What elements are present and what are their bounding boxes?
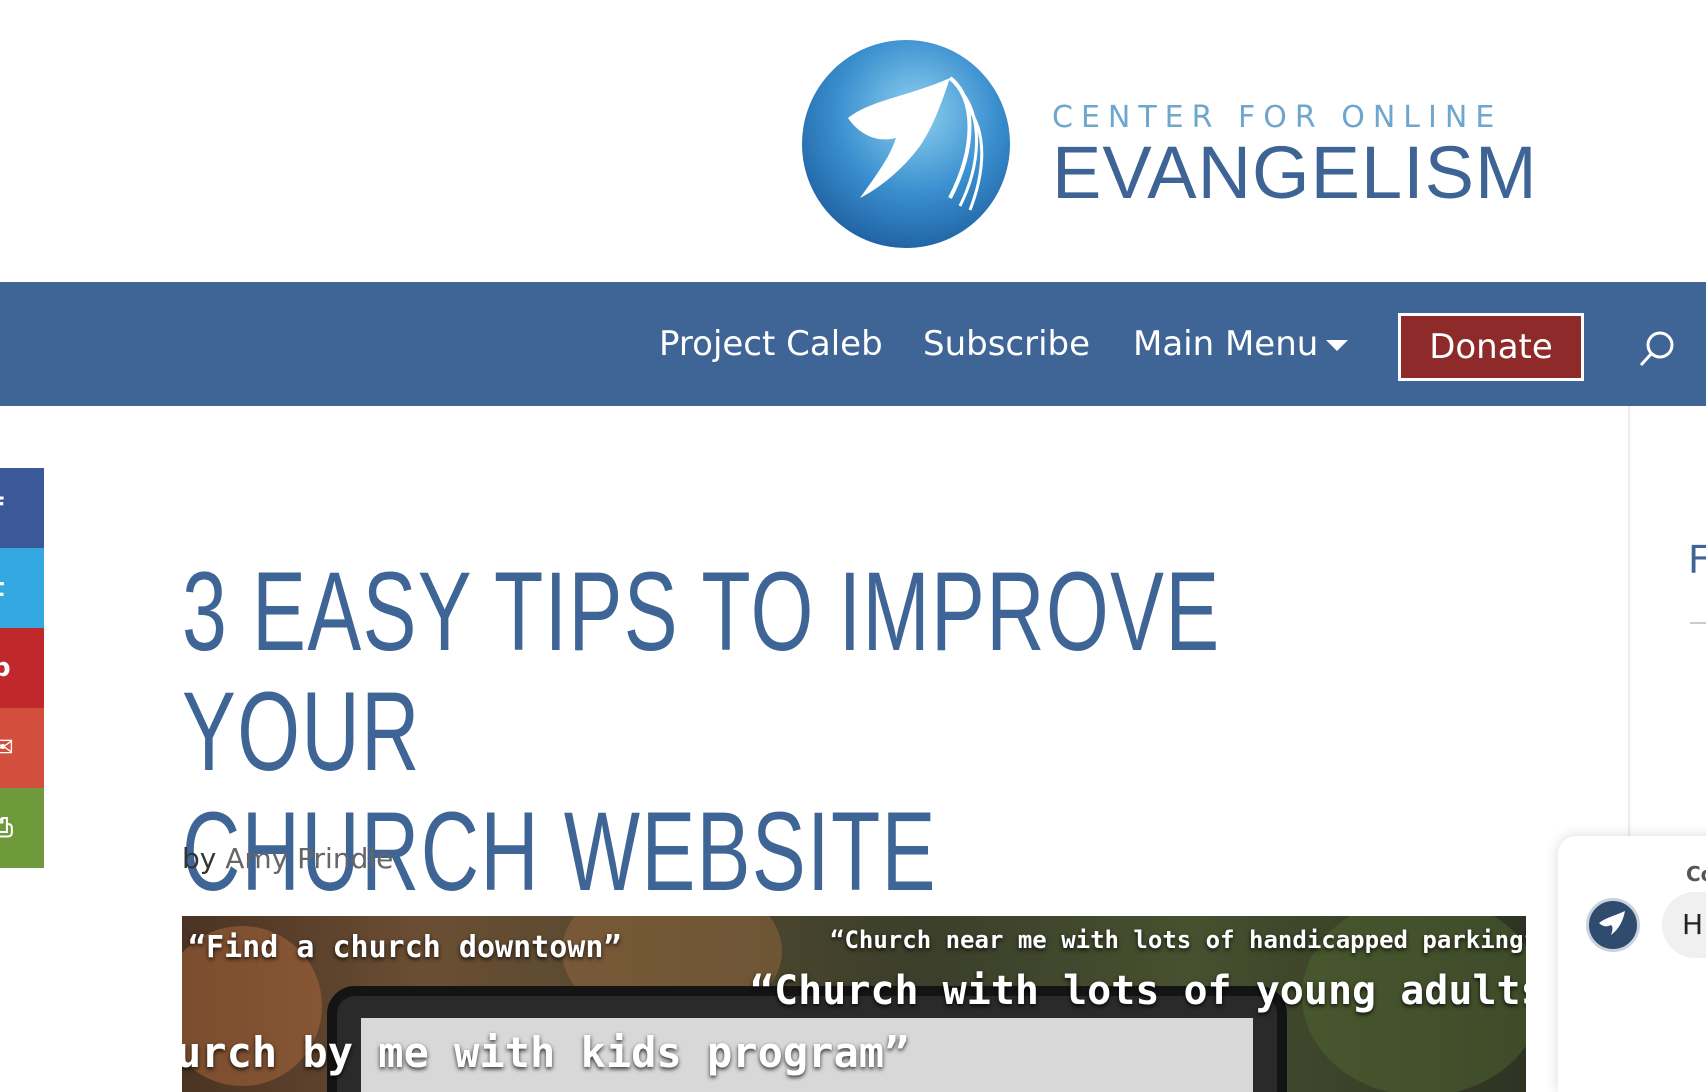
brand-wordmark[interactable]: CENTER FOR ONLINE EVANGELISM — [1052, 100, 1538, 211]
featured-image: “Find a church downtown” “Church near me… — [182, 916, 1526, 1092]
image-quote-3: “Church with lots of young adults — [750, 968, 1526, 1014]
brand-line-2: EVANGELISM — [1052, 131, 1538, 214]
image-quote-2: “Church near me with lots of handicapped… — [830, 926, 1526, 954]
nav-item-main-menu[interactable]: Main Menu — [1133, 324, 1349, 364]
brand-line-1: CENTER FOR ONLINE — [1052, 100, 1503, 135]
email-icon: ✉ — [0, 733, 14, 763]
chat-avatar[interactable] — [1586, 898, 1640, 952]
nav-item-main-menu-label: Main Menu — [1133, 324, 1319, 364]
dove-icon — [1599, 911, 1625, 935]
nav-item-project-caleb[interactable]: Project Caleb — [659, 324, 883, 364]
twitter-icon: t — [0, 573, 4, 603]
sidebar-rule — [1690, 622, 1706, 624]
logo-dove-icon[interactable] — [800, 38, 1012, 250]
chat-widget[interactable]: Co H — [1558, 836, 1706, 1092]
donate-button[interactable]: Donate — [1398, 313, 1584, 381]
article-byline: by Amy Prindle — [182, 842, 393, 875]
image-quote-4: urch by me with kids program” — [182, 1028, 910, 1077]
print-share-button[interactable]: ⎙ — [0, 788, 44, 868]
email-share-button[interactable]: ✉ — [0, 708, 44, 788]
pinterest-icon: p — [0, 653, 11, 683]
chat-message-bubble[interactable]: H — [1662, 892, 1706, 958]
main-nav: Project Caleb Subscribe Main Menu Donate — [0, 282, 1706, 406]
search-icon[interactable] — [1638, 328, 1678, 368]
twitter-share-button[interactable]: t — [0, 548, 44, 628]
chat-label: Co — [1686, 862, 1706, 886]
print-icon: ⎙ — [0, 812, 13, 843]
nav-item-subscribe[interactable]: Subscribe — [923, 324, 1090, 364]
sidebar-heading: F — [1688, 538, 1706, 582]
facebook-share-button[interactable]: f — [0, 468, 44, 548]
pinterest-share-button[interactable]: p — [0, 628, 44, 708]
author-link[interactable]: Amy Prindle — [225, 842, 393, 875]
image-quote-1: “Find a church downtown” — [188, 930, 622, 965]
article-title-line-1: 3 Easy Tips to Improve Your — [182, 549, 1221, 794]
byline-prefix: by — [182, 842, 217, 875]
site-header: CENTER FOR ONLINE EVANGELISM — [0, 0, 1706, 282]
facebook-icon: f — [0, 493, 3, 523]
chevron-down-icon — [1326, 340, 1349, 351]
social-share-bar: f t p ✉ ⎙ — [0, 468, 44, 868]
